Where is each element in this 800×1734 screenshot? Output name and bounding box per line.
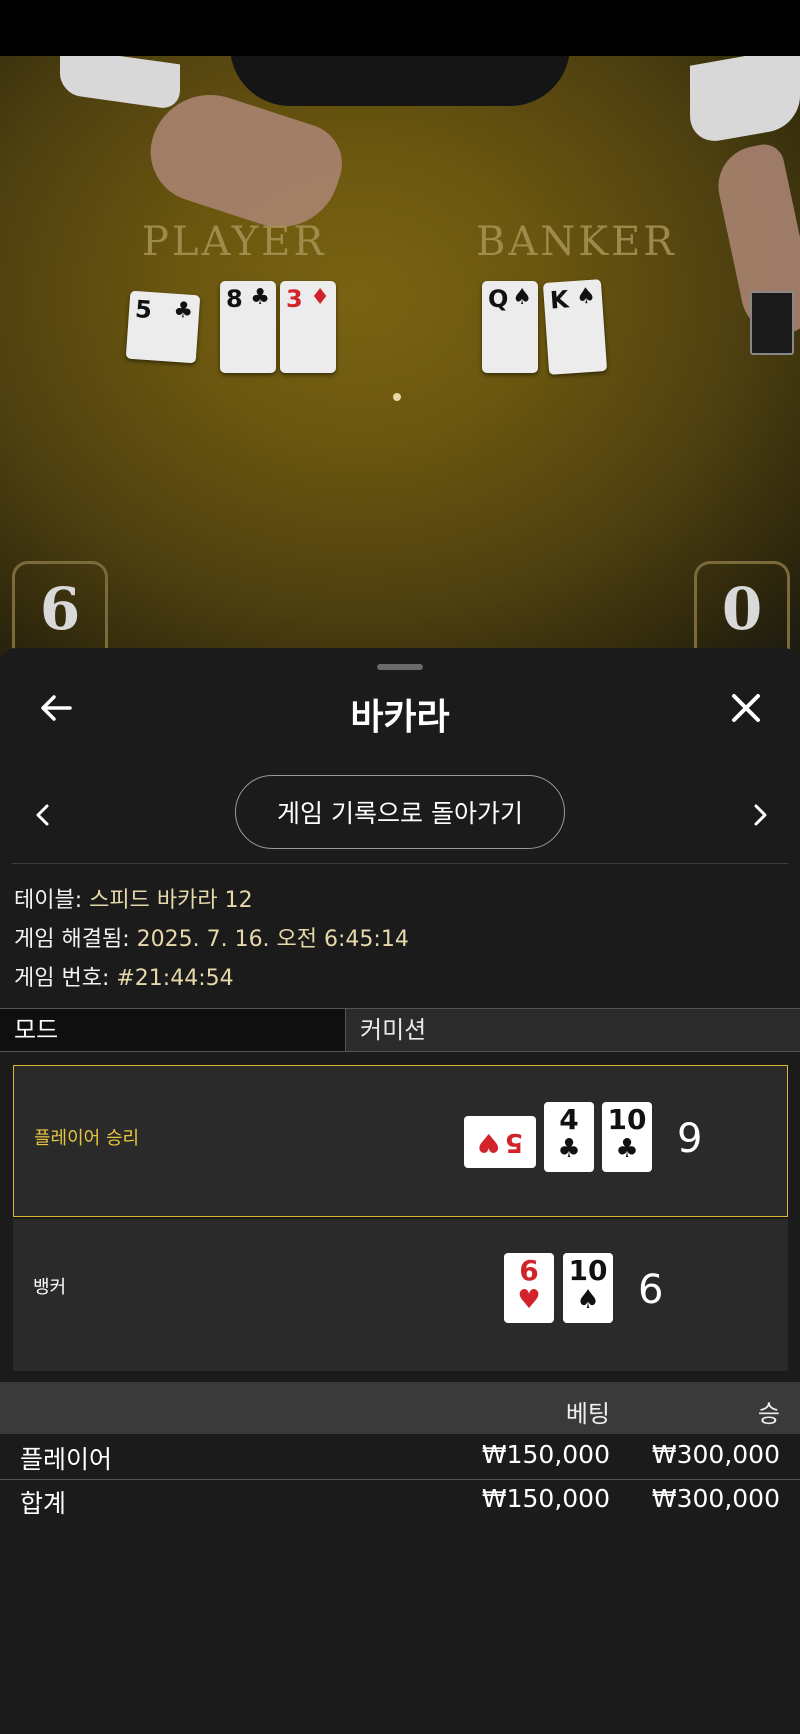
player-card-2: 4 ♣ (544, 1102, 594, 1172)
sheet-drag-handle[interactable] (377, 664, 423, 670)
mode-value: 커미션 (346, 1009, 800, 1051)
player-card-1-rank: 5 (504, 1127, 523, 1157)
bet-row-name: 플레이어 (20, 1445, 113, 1474)
resolved-info: 게임 해결됨: 2025. 7. 16. 오전 6:45:14 (14, 921, 409, 953)
mode-row: 모드 커미션 (0, 1008, 800, 1052)
close-button[interactable] (726, 688, 766, 728)
banker-score-box: 0 (694, 561, 790, 656)
video-banker-card-2: K ♠ (542, 279, 608, 375)
dealer-right-sleeve (690, 56, 800, 146)
resolved-info-label: 게임 해결됨: (14, 927, 130, 952)
previous-game-button[interactable] (28, 800, 58, 830)
total-row-win: ₩300,000 (651, 1484, 780, 1513)
bet-row-amount: ₩150,000 (481, 1440, 610, 1469)
player-total: 9 (677, 1116, 703, 1162)
chevron-right-icon (754, 804, 767, 826)
table-info-label: 테이블: (14, 888, 83, 913)
video-player-card-1: 5 ♣ (125, 290, 201, 364)
banker-card-1: 6 ♥ (504, 1253, 554, 1323)
player-card-3: 10 ♣ (602, 1102, 652, 1172)
table-info: 테이블: 스피드 바카라 12 (14, 882, 253, 914)
table-player-label: PLAYER (142, 219, 327, 265)
dealer-body (230, 56, 570, 106)
dealer-left-sleeve (60, 56, 180, 111)
mode-label: 모드 (0, 1009, 346, 1051)
next-game-button[interactable] (745, 800, 775, 830)
player-score-box: 6 (12, 561, 108, 656)
banker-total: 6 (638, 1267, 664, 1313)
player-card-2-rank: 4 (559, 1103, 579, 1136)
banker-card-1-suit: ♥ (517, 1285, 541, 1315)
win-column-header: 승 (757, 1400, 780, 1428)
game-detail-sheet: 바카라 게임 기록으로 돌아가기 테이블: 스피드 바카라 12 게임 해결됨:… (0, 648, 800, 1734)
close-icon (732, 694, 760, 722)
live-video: PLAYER BANKER 5 ♣ 8 ♣ 3 ♦ Q ♠ K ♠ 6 0 (0, 56, 800, 656)
bet-row-win: ₩300,000 (651, 1440, 780, 1469)
video-banker-card-1: Q ♠ (482, 281, 538, 373)
player-card-3-suit: ♣ (615, 1134, 639, 1164)
divider (12, 863, 788, 864)
total-row-name: 합계 (20, 1489, 67, 1518)
video-player-card-3: 3 ♦ (280, 281, 336, 373)
game-number-label: 게임 번호: (14, 966, 110, 991)
table-banker-label: BANKER (476, 219, 677, 265)
bets-table-header: 베팅 승 (0, 1382, 800, 1434)
total-row-bet: ₩150,000 (481, 1484, 610, 1513)
bet-column-header: 베팅 (565, 1400, 610, 1428)
table-marker (393, 393, 401, 401)
status-bar (0, 0, 800, 56)
player-result-panel: 플레이어 승리 ♥ 5 4 ♣ 10 ♣ 9 (13, 1065, 788, 1217)
banker-card-2-rank: 10 (568, 1254, 608, 1287)
table-row: 플레이어 ₩150,000 ₩300,000 (0, 1436, 800, 1478)
banker-result-panel: 뱅커 6 ♥ 10 ♠ 6 (13, 1219, 788, 1371)
resolved-info-value: 2025. 7. 16. 오전 6:45:14 (136, 927, 409, 952)
player-card-3-rank: 10 (607, 1103, 647, 1136)
banker-card-2: 10 ♠ (563, 1253, 613, 1323)
table-info-value: 스피드 바카라 12 (89, 888, 253, 913)
banker-card-2-suit: ♠ (576, 1285, 600, 1315)
player-result-label: 플레이어 승리 (34, 1128, 140, 1149)
total-row: 합계 ₩150,000 ₩300,000 (0, 1480, 800, 1522)
banker-card-1-rank: 6 (519, 1254, 539, 1287)
video-player-card-2: 8 ♣ (220, 281, 276, 373)
player-card-1-suit: ♥ (477, 1127, 501, 1157)
chevron-left-icon (36, 804, 49, 826)
game-number-value: #21:44:54 (116, 966, 234, 991)
banker-result-label: 뱅커 (33, 1277, 67, 1298)
card-shoe (750, 291, 794, 355)
game-number-info: 게임 번호: #21:44:54 (14, 960, 234, 992)
back-to-history-button[interactable]: 게임 기록으로 돌아가기 (235, 775, 565, 849)
page-title: 바카라 (350, 697, 450, 738)
player-card-1: ♥ 5 (464, 1116, 536, 1168)
player-card-2-suit: ♣ (557, 1134, 581, 1164)
